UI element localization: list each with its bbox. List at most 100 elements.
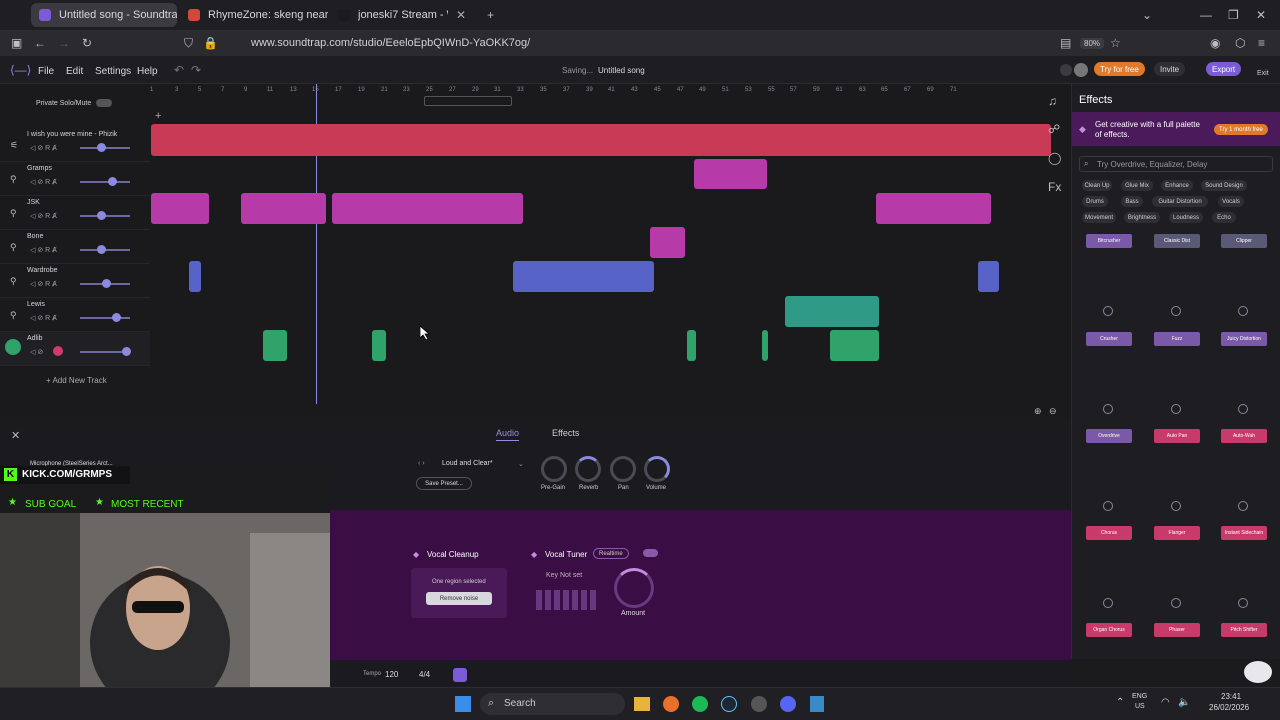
play-icon[interactable] bbox=[1171, 404, 1181, 414]
pre-gain-knob[interactable] bbox=[541, 456, 567, 482]
discord-icon[interactable] bbox=[780, 696, 796, 712]
play-icon[interactable] bbox=[1171, 598, 1181, 608]
back-icon[interactable]: ← bbox=[34, 36, 46, 50]
track-name[interactable]: Wardrobe bbox=[27, 267, 57, 274]
time-signature[interactable]: 4/4 bbox=[419, 670, 430, 679]
soundtrap-logo-icon[interactable]: ⟨—⟩ bbox=[10, 63, 31, 77]
volume-handle[interactable] bbox=[108, 177, 117, 186]
instruments-icon[interactable]: ♫ bbox=[1048, 94, 1057, 108]
effect-card[interactable]: Organ Chorus bbox=[1086, 623, 1132, 653]
filter-chip[interactable]: Enhance bbox=[1161, 180, 1193, 191]
track-row[interactable]: ⚟ I wish you were mine - Phizik ◁ ⊘ R Ⱥ bbox=[0, 128, 150, 162]
play-icon[interactable] bbox=[1103, 501, 1113, 511]
tab-effects[interactable]: Effects bbox=[552, 428, 579, 438]
tab-kick[interactable]: joneski7 Stream - Watch Live on Kick ✕ bbox=[330, 3, 474, 27]
volume-handle[interactable] bbox=[97, 211, 106, 220]
effect-card[interactable]: Crusher bbox=[1086, 332, 1132, 416]
tab-list-icon[interactable]: ⌄ bbox=[1142, 8, 1152, 22]
file-explorer-icon[interactable] bbox=[634, 697, 650, 711]
audio-clip[interactable] bbox=[694, 159, 767, 189]
filter-chip[interactable]: Movement bbox=[1082, 212, 1116, 223]
effect-card[interactable]: Clipper bbox=[1221, 234, 1267, 318]
tab-rhymezone[interactable]: RhymeZone: skeng near rhymes ✕ bbox=[180, 3, 328, 27]
remove-noise-button[interactable]: Remove noise bbox=[426, 592, 492, 605]
clock-date[interactable]: 26/02/2026 bbox=[1209, 703, 1249, 712]
play-icon[interactable] bbox=[1103, 404, 1113, 414]
try-free-button[interactable]: Try for free bbox=[1094, 62, 1145, 76]
filter-chip[interactable]: Sound Design bbox=[1201, 180, 1247, 191]
audio-clip[interactable] bbox=[978, 261, 999, 292]
track-row-selected[interactable]: Adlib ◁ ⊘ bbox=[0, 332, 150, 366]
reload-icon[interactable]: ↻ bbox=[82, 36, 92, 50]
extensions-icon[interactable]: ⬡ bbox=[1235, 36, 1245, 50]
pan-knob[interactable] bbox=[610, 456, 636, 482]
speaker-icon[interactable]: 🔈 bbox=[1178, 697, 1190, 708]
effect-card[interactable]: Overdrive bbox=[1086, 429, 1132, 513]
track-controls[interactable]: ◁ ⊘ bbox=[30, 348, 43, 356]
effect-card[interactable]: Auto Pan bbox=[1154, 429, 1200, 513]
audio-clip[interactable] bbox=[513, 261, 654, 292]
audio-clip[interactable] bbox=[830, 330, 879, 361]
audio-clip[interactable] bbox=[876, 193, 991, 224]
user-avatar[interactable] bbox=[1074, 63, 1088, 77]
volume-handle[interactable] bbox=[112, 313, 121, 322]
start-button[interactable] bbox=[455, 696, 471, 712]
obs-icon[interactable] bbox=[751, 696, 767, 712]
close-panel-icon[interactable]: ✕ bbox=[11, 429, 20, 442]
play-icon[interactable] bbox=[1238, 501, 1248, 511]
add-marker-icon[interactable]: + bbox=[155, 110, 161, 122]
realtime-select[interactable]: Realtime bbox=[593, 548, 629, 559]
audio-clip[interactable] bbox=[785, 296, 879, 327]
audio-clip[interactable] bbox=[650, 227, 685, 258]
filter-chip[interactable]: Clean Up bbox=[1082, 180, 1112, 191]
preset-arrows[interactable]: ‹ › bbox=[418, 460, 425, 467]
track-row[interactable]: ⚲ Gramps ◁ ⊘ R Ⱥ bbox=[0, 162, 150, 196]
shield-icon[interactable]: ⛉ bbox=[184, 36, 193, 50]
chat-icon[interactable]: ◯ bbox=[1048, 151, 1061, 165]
tempo-value[interactable]: 120 bbox=[385, 670, 398, 679]
volume-handle[interactable] bbox=[97, 245, 106, 254]
track-name[interactable]: Bone bbox=[27, 233, 43, 240]
metronome-icon[interactable] bbox=[453, 668, 467, 682]
preset-select[interactable]: Loud and Clear* bbox=[442, 460, 493, 467]
new-tab-icon[interactable]: + bbox=[487, 8, 494, 22]
filter-chip[interactable]: Glue Mix bbox=[1121, 180, 1153, 191]
track-controls[interactable]: ◁ ⊘ R Ⱥ bbox=[30, 280, 57, 288]
zoom-badge[interactable]: 80% bbox=[1080, 38, 1105, 49]
minimize-icon[interactable]: — bbox=[1200, 8, 1212, 22]
track-name[interactable]: Lewis bbox=[27, 301, 45, 308]
url-field[interactable]: www.soundtrap.com/studio/EeeloEpbQIWnD-Y… bbox=[251, 37, 530, 49]
save-preset-button[interactable]: Save Preset... bbox=[416, 477, 472, 490]
song-title[interactable]: Untitled song bbox=[598, 66, 645, 75]
effect-card[interactable]: Instant Sidechain bbox=[1221, 526, 1267, 610]
effect-card[interactable]: Phaser bbox=[1154, 623, 1200, 653]
invite-button[interactable]: Invite bbox=[1154, 62, 1186, 76]
redo-icon[interactable]: ↷ bbox=[191, 63, 201, 77]
amount-knob[interactable] bbox=[614, 568, 654, 608]
audio-clip[interactable] bbox=[762, 330, 768, 361]
tab-soundtrap[interactable]: Untitled song - Soundtrap ✕ bbox=[31, 3, 177, 27]
firefox-icon[interactable] bbox=[663, 696, 679, 712]
zoom-out-icon[interactable]: ⊖ bbox=[1049, 404, 1057, 418]
play-icon[interactable] bbox=[1238, 404, 1248, 414]
add-new-track-button[interactable]: + Add New Track bbox=[46, 376, 107, 385]
audio-clip[interactable] bbox=[151, 193, 209, 224]
filter-chip[interactable]: Vocals bbox=[1218, 196, 1244, 207]
track-row[interactable]: ⚲ JSK ◁ ⊘ R Ⱥ bbox=[0, 196, 150, 230]
track-controls[interactable]: ◁ ⊘ R Ⱥ bbox=[30, 178, 57, 186]
play-icon[interactable] bbox=[1171, 501, 1181, 511]
play-icon[interactable] bbox=[1171, 306, 1181, 316]
effect-card[interactable]: Pitch Shifter bbox=[1221, 623, 1267, 653]
track-row[interactable]: ⚲ Wardrobe ◁ ⊘ R Ⱥ bbox=[0, 264, 150, 298]
audio-clip[interactable] bbox=[263, 330, 287, 361]
filter-chip[interactable]: Echo bbox=[1212, 212, 1236, 223]
audio-clip[interactable] bbox=[332, 193, 523, 224]
filter-chip[interactable]: Drums bbox=[1082, 196, 1108, 207]
track-name[interactable]: I wish you were mine - Phizik bbox=[27, 131, 117, 138]
reverb-knob[interactable] bbox=[575, 456, 601, 482]
track-row[interactable]: ⚲ Bone ◁ ⊘ R Ⱥ bbox=[0, 230, 150, 264]
effect-card[interactable]: Juicy Distortion bbox=[1221, 332, 1267, 416]
zoom-in-icon[interactable]: ⊕ bbox=[1034, 404, 1042, 418]
export-button[interactable]: Export bbox=[1206, 62, 1242, 76]
sidebar-icon[interactable]: ▣ bbox=[11, 36, 22, 50]
